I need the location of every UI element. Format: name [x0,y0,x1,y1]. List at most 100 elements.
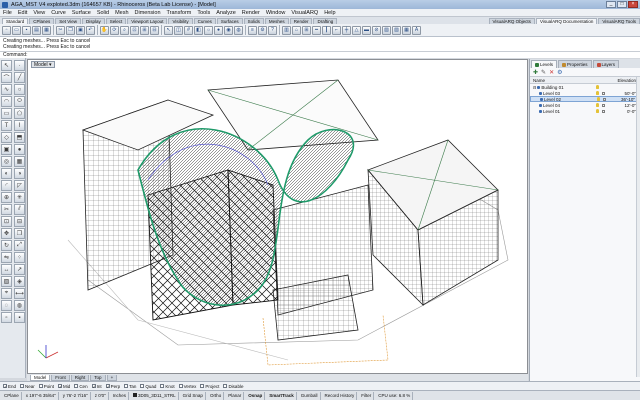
rectangle-icon[interactable]: ▭ [1,108,12,119]
split-icon[interactable]: ⫽ [14,204,25,215]
close-button[interactable]: × [628,1,638,8]
undo-icon[interactable]: ↶ [86,25,95,35]
scale-icon[interactable]: ⤢ [14,240,25,251]
osnap-int[interactable]: ✓ Int [91,384,102,389]
save-icon[interactable]: ▪ [22,25,31,35]
polygon-icon[interactable]: ⬠ [14,108,25,119]
column-elevation[interactable]: Elevation [598,77,640,83]
arc-icon[interactable]: ◠ [1,96,12,107]
status-ortho[interactable]: Ortho [208,391,225,400]
leader-icon[interactable]: ↗ [14,264,25,275]
wall-icon[interactable]: ▥ [282,25,291,35]
curve-icon[interactable]: ∿ [1,84,12,95]
render-icon[interactable]: ◉ [224,25,233,35]
panel-tab-levels[interactable]: Levels [531,60,558,68]
rotate-icon[interactable]: ↻ [1,240,12,251]
osnap-perp[interactable]: ✓ Perp [105,384,120,389]
osnap-disable[interactable]: Disable [223,384,243,389]
status-grid-snap[interactable]: Grid Snap [181,391,206,400]
lock-icon[interactable] [602,109,605,113]
boolean-difference-icon[interactable]: ◑ [14,168,25,179]
door-icon[interactable]: ⌂ [292,25,301,35]
visibility-bulb-icon[interactable] [596,109,599,113]
surface-icon[interactable]: ◇ [1,132,12,143]
visibility-bulb-icon[interactable] [596,91,599,95]
paste-icon[interactable]: ▣ [76,25,85,35]
osnap-knot[interactable]: Knot [160,384,175,389]
elevation-view-icon[interactable]: ▨ [392,25,401,35]
copy-object-icon[interactable]: ❐ [14,228,25,239]
osnap-end[interactable]: ✓ End [3,384,16,389]
circle-icon[interactable]: ○ [14,84,25,95]
shade-icon[interactable]: ● [214,25,223,35]
levels-scrollbar[interactable] [636,77,640,377]
box-icon[interactable]: ▣ [1,144,12,155]
level-row[interactable]: Level 01 0'-0" [530,108,640,114]
rotate-view-icon[interactable]: ⟳ [110,25,119,35]
visibility-bulb-icon[interactable] [596,85,599,89]
table-icon[interactable]: ▦ [402,25,411,35]
panel-tab-layers[interactable]: Layers [592,60,620,68]
window-object-icon[interactable]: ⊞ [302,25,311,35]
material-icon[interactable]: ◍ [234,25,243,35]
new-level-icon[interactable]: ✚ [533,69,538,76]
delete-level-icon[interactable]: ✕ [549,69,554,76]
menu-window[interactable]: Window [266,10,286,16]
osnap-checkbox[interactable] [200,384,205,388]
menu-edit[interactable]: Edit [18,10,27,16]
lock-icon[interactable] [602,103,605,107]
model-viewport[interactable]: Model ▾ [27,59,528,374]
cylinder-icon[interactable]: ◎ [1,156,12,167]
osnap-quad[interactable]: Quad [140,384,156,389]
status-gumball[interactable]: Gumball [299,391,321,400]
status-smarttrack[interactable]: SmartTrack [267,391,297,400]
cplane-icon[interactable]: ◫ [174,25,183,35]
print-icon[interactable]: ▤ [32,25,41,35]
point-icon[interactable]: · [14,60,25,71]
menu-solid[interactable]: Solid [97,10,109,16]
osnap-tan[interactable]: Tan [124,384,136,389]
ungroup-icon[interactable]: ⊟ [14,216,25,227]
open-file-icon[interactable]: ▭ [12,25,21,35]
group-icon[interactable]: ⊡ [1,216,12,227]
copy-icon[interactable]: ❐ [66,25,75,35]
new-file-icon[interactable]: ▫ [2,25,11,35]
annotation-icon[interactable]: A [412,25,421,35]
zoom-extents-icon[interactable]: ⊞ [140,25,149,35]
osnap-checkbox[interactable] [223,384,228,388]
menu-help[interactable]: Help [324,10,335,16]
osnap-checkbox[interactable] [140,384,145,388]
polyline-icon[interactable]: ⌒ [1,72,12,83]
menu-analyze[interactable]: Analyze [216,10,236,16]
array-icon[interactable]: ⁘ [14,252,25,263]
fillet-icon[interactable]: ◜ [1,180,12,191]
unlock-icon[interactable]: ▪ [14,312,25,323]
status-current-layer[interactable]: 3D05_3D11_STRL [131,391,179,400]
osnap-cen[interactable]: Cen [74,384,88,389]
trim-icon[interactable]: ✂ [1,204,12,215]
zoom-window-icon[interactable]: ⊡ [130,25,139,35]
osnap-vertex[interactable]: Vertex [178,384,196,389]
properties-icon[interactable]: ≡ [248,25,257,35]
osnap-point[interactable]: Point [38,384,54,389]
boolean-union-icon[interactable]: ◐ [1,168,12,179]
osnap-checkbox[interactable] [124,384,129,388]
select-arrow-icon[interactable]: ↖ [1,60,12,71]
select-icon[interactable]: ↖ [164,25,173,35]
grid-icon[interactable]: # [184,25,193,35]
osnap-checkbox[interactable]: ✓ [58,384,62,389]
menu-surface[interactable]: Surface [72,10,91,16]
visibility-bulb-icon[interactable] [596,103,599,107]
osnap-checkbox[interactable] [20,384,25,388]
import-icon[interactable]: ▦ [42,25,51,35]
plan-view-icon[interactable]: ▧ [382,25,391,35]
status-osnap[interactable]: Osnap [246,391,266,400]
column-icon[interactable]: ┃ [322,25,331,35]
dimension-icon[interactable]: ↔ [1,264,12,275]
osnap-checkbox[interactable] [74,384,79,388]
lock-icon[interactable]: ▫ [1,312,12,323]
extrude-icon[interactable]: ⬒ [14,132,25,143]
explode-icon[interactable]: ✳ [14,192,25,203]
visibility-bulb-icon[interactable] [597,97,600,101]
zoom-selected-icon[interactable]: ⊟ [150,25,159,35]
